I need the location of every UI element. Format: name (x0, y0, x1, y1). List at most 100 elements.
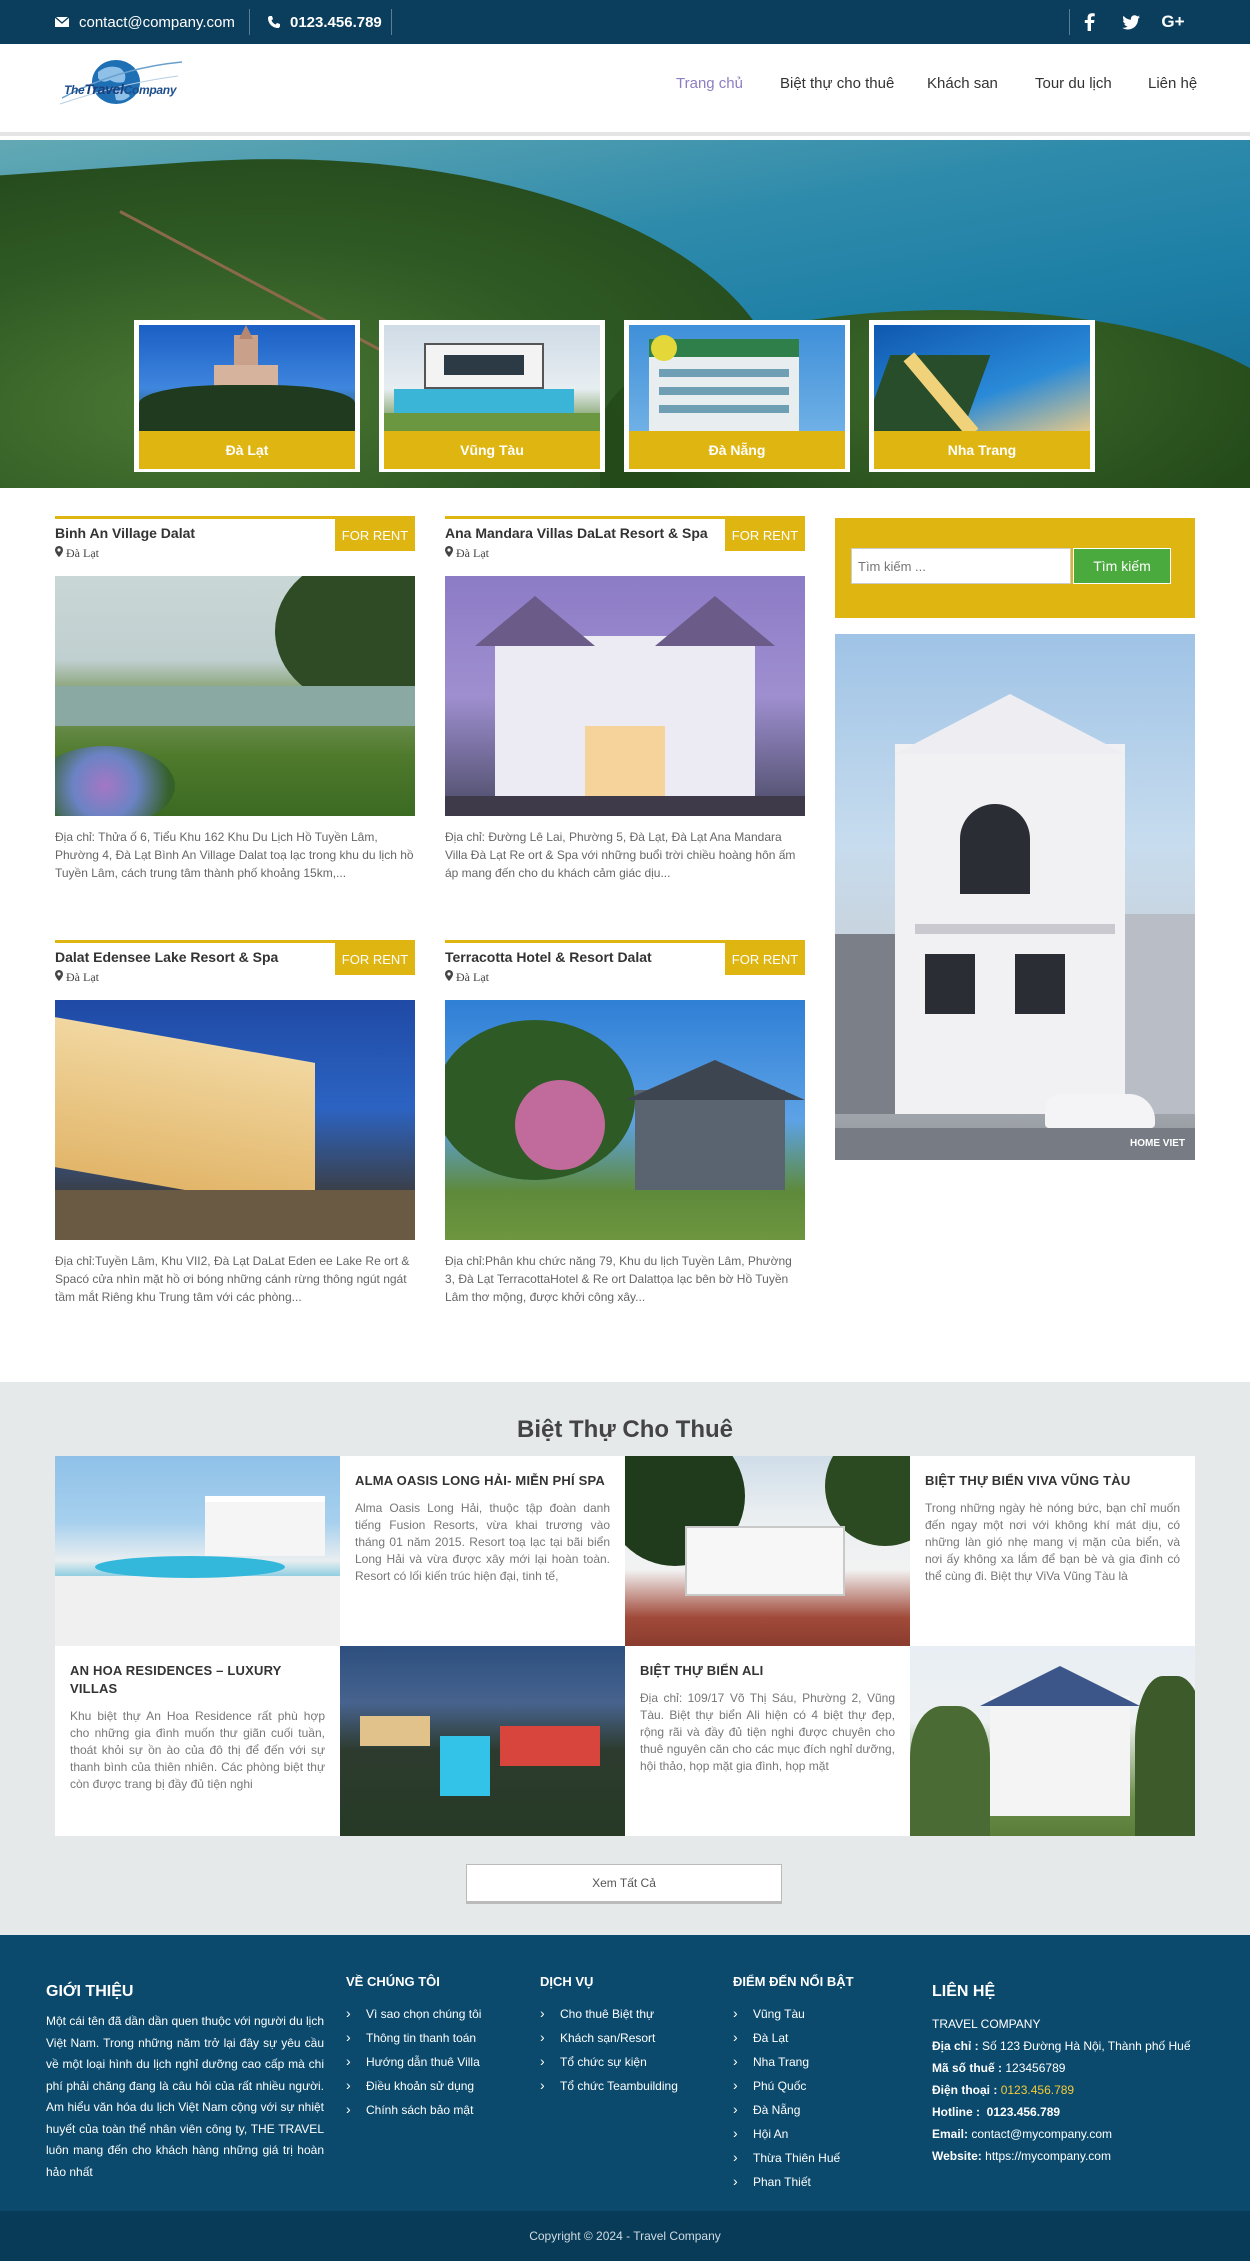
map-marker-icon (55, 970, 63, 981)
listing-card[interactable]: Dalat Edensee Lake Resort & Spa Đà Lạt F… (55, 940, 415, 1304)
footer-link[interactable]: Khách sạn/Resort (540, 2029, 678, 2053)
villa-image[interactable] (625, 1456, 910, 1646)
villa-image[interactable] (55, 1456, 340, 1646)
villa-item[interactable]: AN HOA RESIDENCES – LUXURY VILLAS Khu bi… (55, 1646, 340, 1836)
villa-section: Biệt Thự Cho Thuê ALMA OASIS LONG HẢI- M… (0, 1382, 1250, 1935)
listing-description: Địa chỉ:Phân khu chức năng 79, Khu du lị… (445, 1254, 792, 1304)
footer-service-list: Cho thuê Biệt thự Khách sạn/Resort Tổ ch… (540, 2005, 678, 2101)
destination-label: Đà Lạt (139, 431, 355, 469)
villa-item[interactable]: BIỆT THỰ BIỂN ALI Địa chỉ: 109/17 Võ Thị… (625, 1646, 910, 1836)
footer-about-list: Vì sao chọn chúng tôi Thông tin thanh to… (346, 2005, 481, 2125)
footer-link[interactable]: Thừa Thiên Huế (733, 2149, 840, 2173)
destination-card-dalat[interactable]: Đà Lạt (134, 320, 360, 472)
nav-tours[interactable]: Tour du lịch (1035, 75, 1112, 92)
listing-location: Đà Lạt (55, 970, 99, 985)
for-rent-badge: FOR RENT (725, 519, 805, 551)
listing-card[interactable]: Ana Mandara Villas DaLat Resort & Spa Đà… (445, 516, 805, 880)
villa-image[interactable] (910, 1646, 1195, 1836)
footer-intro-text: Một cái tên đã dần dần quen thuộc với ng… (46, 2014, 324, 2179)
logo-text: TheTravelCompany (64, 81, 177, 97)
nav-home[interactable]: Trang chủ (676, 75, 743, 92)
search-input[interactable] (851, 548, 1071, 584)
watermark-text: HOME VIET (1130, 1138, 1186, 1149)
destination-image (629, 325, 845, 431)
footer-contact-block: TRAVEL COMPANY Địa chỉ : Số 123 Đường Hà… (932, 2013, 1191, 2167)
facebook-icon[interactable] (1068, 0, 1110, 44)
listing-card[interactable]: Terracotta Hotel & Resort Dalat Đà Lạt F… (445, 940, 805, 1304)
listing-image[interactable] (445, 1000, 805, 1240)
nav-hotels[interactable]: Khách san (927, 75, 998, 92)
villa-description: Khu biệt thự An Hoa Residence rất phù hợ… (70, 1709, 325, 1791)
search-button[interactable]: Tìm kiếm (1073, 548, 1171, 584)
divider (249, 9, 250, 35)
footer-link[interactable]: Hướng dẫn thuê Villa (346, 2053, 481, 2077)
footer-link[interactable]: Nha Trang (733, 2053, 840, 2077)
footer-link[interactable]: Điều khoản sử dụng (346, 2077, 481, 2101)
destination-card-vungtau[interactable]: Vũng Tàu (379, 320, 605, 472)
listing-header: Ana Mandara Villas DaLat Resort & Spa Đà… (445, 516, 805, 568)
site-footer: GIỚI THIỆU Một cái tên đã dần dần quen t… (0, 1935, 1250, 2211)
for-rent-badge: FOR RENT (725, 943, 805, 975)
footer-link[interactable]: Vì sao chọn chúng tôi (346, 2005, 481, 2029)
topbar-phone[interactable]: 0123.456.789 (268, 0, 382, 44)
footer-link[interactable]: Vũng Tàu (733, 2005, 840, 2029)
footer-link[interactable]: Đà Lạt (733, 2029, 840, 2053)
map-marker-icon (445, 546, 453, 557)
villa-title[interactable]: BIỆT THỰ BIỂN ALI (640, 1662, 895, 1680)
topbar-email[interactable]: contact@company.com (55, 0, 235, 44)
site-header: TheTravelCompany Trang chủ Biệt thự cho … (0, 44, 1250, 136)
footer-contact-title: LIÊN HỆ (932, 1983, 996, 2000)
map-marker-icon (55, 546, 63, 557)
site-logo[interactable]: TheTravelCompany (58, 54, 184, 118)
villa-description: Trong những ngày hè nóng bức, bạn chỉ mu… (925, 1501, 1180, 1583)
villa-title[interactable]: ALMA OASIS LONG HẢI- MIỄN PHÍ SPA (355, 1472, 610, 1490)
listing-image[interactable] (55, 576, 415, 816)
footer-link[interactable]: Tổ chức sự kiện (540, 2053, 678, 2077)
footer-link[interactable]: Phan Thiết (733, 2173, 840, 2197)
listing-location: Đà Lạt (445, 970, 489, 985)
footer-link[interactable]: Cho thuê Biệt thự (540, 2005, 678, 2029)
villa-description: Địa chỉ: 109/17 Võ Thị Sáu, Phường 2, Vũ… (640, 1691, 895, 1773)
website-line: Website: https://mycompany.com (932, 2149, 1111, 2163)
map-marker-icon (445, 970, 453, 981)
listing-card[interactable]: Binh An Village Dalat Đà Lạt FOR RENT Đị… (55, 516, 415, 880)
footer-link[interactable]: Tổ chức Teambuilding (540, 2077, 678, 2101)
footer-link[interactable]: Chính sách bảo mật (346, 2101, 481, 2125)
villa-image[interactable] (340, 1646, 625, 1836)
listing-image[interactable] (445, 576, 805, 816)
hotline-line: Hotline : 0123.456.789 (932, 2105, 1061, 2119)
listing-title[interactable]: Terracotta Hotel & Resort Dalat (445, 949, 652, 965)
villa-title[interactable]: AN HOA RESIDENCES – LUXURY VILLAS (70, 1662, 325, 1698)
nav-contact[interactable]: Liên hệ (1148, 75, 1197, 92)
footer-intro-title: GIỚI THIỆU (46, 1983, 134, 2000)
top-bar: contact@company.com 0123.456.789 G+ (0, 0, 1250, 44)
email-line: Email: contact@mycompany.com (932, 2127, 1113, 2141)
topbar-email-text: contact@company.com (79, 13, 235, 31)
footer-destinations-title: ĐIỂM ĐẾN NỔI BẬT (733, 1974, 854, 1989)
footer-link[interactable]: Hội An (733, 2125, 840, 2149)
listing-title[interactable]: Dalat Edensee Lake Resort & Spa (55, 949, 278, 965)
villa-item[interactable]: BIỆT THỰ BIỂN VIVA VŨNG TÀU Trong những … (910, 1456, 1195, 1646)
google-plus-icon[interactable]: G+ (1152, 0, 1194, 44)
tax-line: Mã số thuế : 123456789 (932, 2061, 1066, 2075)
footer-link[interactable]: Đà Nẵng (733, 2101, 840, 2125)
listing-header: Binh An Village Dalat Đà Lạt FOR RENT (55, 516, 415, 568)
listing-title[interactable]: Ana Mandara Villas DaLat Resort & Spa (445, 525, 708, 541)
listing-description: Địa chỉ:Tuyền Lâm, Khu VII2, Đà Lạt DaLa… (55, 1254, 410, 1304)
footer-destinations-list: Vũng Tàu Đà Lạt Nha Trang Phú Quốc Đà Nẵ… (733, 2005, 840, 2197)
villa-item[interactable]: ALMA OASIS LONG HẢI- MIỄN PHÍ SPA Alma O… (340, 1456, 625, 1646)
listing-header: Dalat Edensee Lake Resort & Spa Đà Lạt F… (55, 940, 415, 992)
listing-location: Đà Lạt (445, 546, 489, 561)
villa-title[interactable]: BIỆT THỰ BIỂN VIVA VŨNG TÀU (925, 1472, 1180, 1490)
nav-villas[interactable]: Biệt thự cho thuê (780, 75, 894, 92)
sidebar-banner-image[interactable]: HOME VIET (835, 634, 1195, 1160)
view-all-button[interactable]: Xem Tất Cả (466, 1864, 782, 1904)
listing-image[interactable] (55, 1000, 415, 1240)
divider (391, 9, 392, 35)
footer-link[interactable]: Thông tin thanh toán (346, 2029, 481, 2053)
footer-link[interactable]: Phú Quốc (733, 2077, 840, 2101)
listing-title[interactable]: Binh An Village Dalat (55, 525, 195, 541)
twitter-icon[interactable] (1110, 0, 1152, 44)
destination-card-nhatrang[interactable]: Nha Trang (869, 320, 1095, 472)
destination-card-danang[interactable]: Đà Nẵng (624, 320, 850, 472)
